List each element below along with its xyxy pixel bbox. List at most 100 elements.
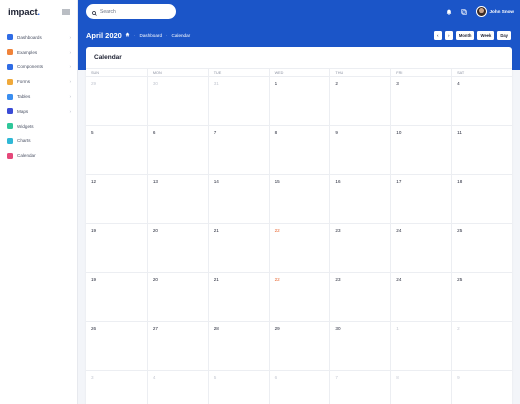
- calendar-day-cell[interactable]: 3: [390, 77, 451, 125]
- day-view-button[interactable]: Day: [497, 31, 511, 40]
- weekday-label: TUE: [207, 69, 269, 76]
- calendar-day-cell[interactable]: 21: [207, 224, 269, 272]
- day-number: 16: [335, 179, 341, 184]
- calendar-day-cell[interactable]: 10: [390, 126, 451, 174]
- day-number: 2: [457, 326, 460, 331]
- calendar-day-cell[interactable]: 30: [329, 322, 390, 370]
- calendar-day-cell[interactable]: 30: [146, 77, 208, 125]
- calendar-day-cell[interactable]: 19: [86, 224, 147, 272]
- calendar-day-cell[interactable]: 8: [390, 371, 451, 404]
- sidebar-item-label: Widgets: [17, 123, 34, 129]
- calendar-day-cell[interactable]: 14: [207, 175, 269, 223]
- logo-row: impact.: [0, 0, 77, 24]
- calendar-day-cell[interactable]: 15: [268, 175, 330, 223]
- calendar-day-cell[interactable]: 26: [86, 322, 147, 370]
- user-menu[interactable]: John Snow: [475, 5, 514, 17]
- day-number: 7: [335, 375, 338, 380]
- sidebar-item-widgets[interactable]: Widgets: [0, 119, 77, 134]
- calendar-day-cell[interactable]: 20: [146, 224, 208, 272]
- chevron-right-icon: ›: [69, 79, 71, 85]
- weekday-label: FRI: [390, 69, 451, 76]
- month-view-button[interactable]: Month: [455, 31, 475, 40]
- day-number: 15: [274, 179, 280, 184]
- calendar-day-cell[interactable]: 16: [329, 175, 390, 223]
- day-number: 11: [457, 130, 462, 135]
- sidebar-toggle-icon[interactable]: [62, 8, 70, 16]
- sidebar-item-label: Maps: [17, 108, 29, 114]
- calendar-day-cell[interactable]: 4: [146, 371, 208, 404]
- day-number: 12: [91, 179, 97, 184]
- sidebar-item-charts[interactable]: Charts: [0, 134, 77, 149]
- sidebar-item-examples[interactable]: Examples ›: [0, 45, 77, 60]
- breadcrumb-dashboard[interactable]: Dashboard: [140, 33, 162, 38]
- calendar-day-cell[interactable]: 25: [451, 224, 512, 272]
- avatar[interactable]: [475, 5, 487, 17]
- next-button[interactable]: ›: [444, 31, 453, 40]
- home-icon[interactable]: [125, 32, 130, 38]
- calendar-day-cell[interactable]: 1: [268, 77, 330, 125]
- calendar-day-cell[interactable]: 21: [207, 273, 269, 321]
- calendar-day-cell[interactable]: 29: [268, 322, 330, 370]
- calendar-day-cell[interactable]: 27: [146, 322, 208, 370]
- calendar-day-cell[interactable]: 28: [207, 322, 269, 370]
- search-input[interactable]: [100, 8, 170, 15]
- calendar-day-cell[interactable]: 7: [329, 371, 390, 404]
- calendar-day-cell[interactable]: 9: [451, 371, 512, 404]
- calendar-body: 29 30 31 1 2 3 4 5 6 7 8 9 10 11 12 13 14 15 16 17 18 19 20 21 2…: [86, 77, 512, 404]
- calendar-day-cell[interactable]: 12: [86, 175, 147, 223]
- calendar-day-cell[interactable]: 11: [451, 126, 512, 174]
- layers-icon[interactable]: [460, 2, 467, 20]
- sidebar: impact. Dashboards › Examples › Components › F…: [0, 0, 78, 404]
- calendar-day-cell[interactable]: 6: [146, 126, 208, 174]
- calendar-day-cell[interactable]: 6: [268, 371, 330, 404]
- calendar-day-cell[interactable]: 9: [329, 126, 390, 174]
- calendar-day-cell[interactable]: 20: [146, 273, 208, 321]
- calendar-day-cell[interactable]: 22: [268, 224, 330, 272]
- calendar-day-cell[interactable]: 18: [451, 175, 512, 223]
- prev-button[interactable]: ‹: [433, 31, 442, 40]
- calendar-day-cell[interactable]: 5: [86, 126, 147, 174]
- day-number: 3: [396, 81, 399, 86]
- calendar-day-cell[interactable]: 24: [390, 273, 451, 321]
- search-box[interactable]: [86, 4, 176, 19]
- day-number: 30: [152, 81, 158, 86]
- calendar-day-cell[interactable]: 13: [146, 175, 208, 223]
- calendar-day-cell[interactable]: 1: [390, 322, 451, 370]
- day-number: 31: [213, 81, 219, 86]
- calendar-day-cell[interactable]: 2: [451, 322, 512, 370]
- app-logo[interactable]: impact.: [8, 7, 40, 18]
- calendar-day-cell[interactable]: 31: [207, 77, 269, 125]
- day-number: 17: [396, 179, 402, 184]
- calendar-day-cell[interactable]: 17: [390, 175, 451, 223]
- tables-icon: [7, 93, 13, 100]
- calendar-day-cell[interactable]: 2: [329, 77, 390, 125]
- calendar-day-cell[interactable]: 5: [207, 371, 269, 404]
- breadcrumb-calendar: Calendar: [171, 32, 191, 38]
- calendar-day-cell[interactable]: 23: [329, 273, 390, 321]
- calendar-day-cell[interactable]: 19: [86, 273, 147, 321]
- calendar-day-cell[interactable]: 22: [268, 273, 330, 321]
- calendar-day-cell[interactable]: 25: [451, 273, 512, 321]
- calendar-day-cell[interactable]: 3: [86, 371, 147, 404]
- calendar-day-cell[interactable]: 8: [268, 126, 330, 174]
- calendar-day-cell[interactable]: 23: [329, 224, 390, 272]
- calendar-day-cell[interactable]: 4: [451, 77, 512, 125]
- day-number: 26: [91, 326, 97, 331]
- calendar-day-cell[interactable]: 7: [207, 126, 269, 174]
- calendar-day-cell[interactable]: 24: [390, 224, 451, 272]
- sidebar-item-maps[interactable]: Maps ›: [0, 104, 77, 119]
- sidebar-item-components[interactable]: Components ›: [0, 60, 77, 75]
- components-icon: [7, 63, 13, 70]
- week-view-button[interactable]: Week: [477, 31, 495, 40]
- day-number: 21: [213, 228, 219, 233]
- sidebar-item-calendar[interactable]: Calendar: [0, 148, 77, 163]
- sidebar-item-forms[interactable]: Forms ›: [0, 74, 77, 89]
- sidebar-item-tables[interactable]: Tables ›: [0, 89, 77, 104]
- bell-icon[interactable]: [446, 2, 452, 20]
- calendar-day-cell[interactable]: 29: [86, 77, 147, 125]
- chevron-right-icon: ›: [69, 34, 71, 40]
- day-number: 8: [274, 130, 278, 135]
- sidebar-item-label: Charts: [17, 138, 31, 144]
- sidebar-nav: Dashboards › Examples › Components › Forms › Tab…: [0, 30, 77, 163]
- sidebar-item-dashboards[interactable]: Dashboards ›: [0, 30, 77, 45]
